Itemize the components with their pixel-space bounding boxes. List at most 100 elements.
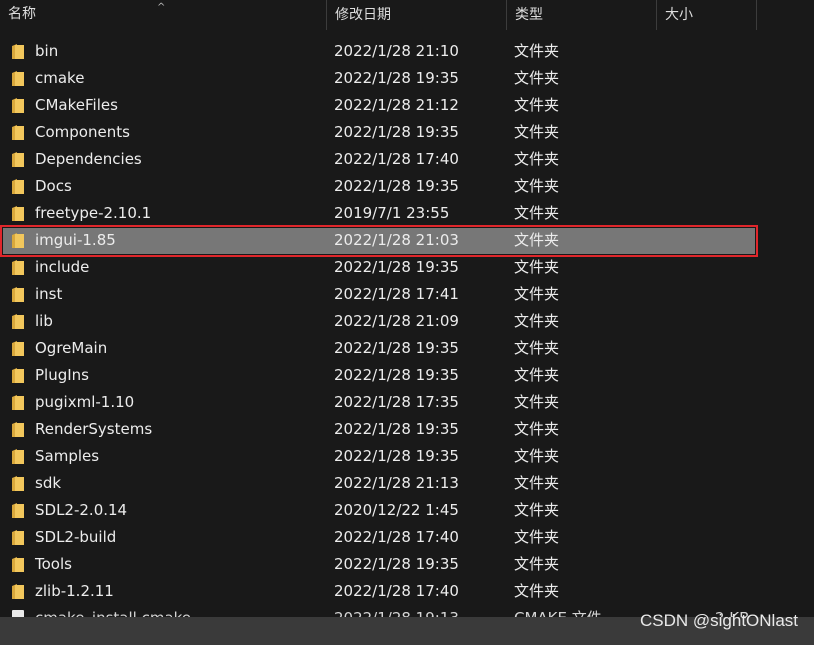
folder-date: 2022/1/28 19:35 <box>334 177 459 195</box>
folder-row[interactable]: sdk 2022/1/28 21:13 文件夹 <box>0 470 757 497</box>
folder-date: 2022/1/28 19:35 <box>334 258 459 276</box>
folder-type: 文件夹 <box>514 69 560 87</box>
folder-icon <box>11 394 25 411</box>
folder-name: Components <box>35 123 130 141</box>
folder-icon <box>11 232 25 249</box>
folder-type: 文件夹 <box>514 420 560 438</box>
folder-type: 文件夹 <box>514 123 560 141</box>
folder-row[interactable]: Components 2022/1/28 19:35 文件夹 <box>0 119 757 146</box>
folder-date: 2022/1/28 19:35 <box>334 447 459 465</box>
folder-icon <box>11 448 25 465</box>
folder-row[interactable]: include 2022/1/28 19:35 文件夹 <box>0 254 757 281</box>
folder-name: CMakeFiles <box>35 96 118 114</box>
folder-row[interactable]: zlib-1.2.11 2022/1/28 17:40 文件夹 <box>0 578 757 605</box>
file-list: bin 2022/1/28 21:10 文件夹 cmake 2022/1/28 19:3… <box>0 38 814 605</box>
column-header-size-label: 大小 <box>665 7 693 23</box>
folder-icon <box>11 313 25 330</box>
folder-row-selected[interactable]: imgui-1.85 2022/1/28 21:03 文件夹 <box>0 225 758 257</box>
folder-name: SDL2-build <box>35 528 117 546</box>
folder-name: SDL2-2.0.14 <box>35 501 128 519</box>
folder-icon <box>11 151 25 168</box>
folder-date: 2022/1/28 21:12 <box>334 96 459 114</box>
folder-date: 2022/1/28 17:41 <box>334 285 459 303</box>
folder-icon <box>11 124 25 141</box>
folder-type: 文件夹 <box>514 231 560 249</box>
folder-name: inst <box>35 285 63 303</box>
folder-date: 2022/1/28 17:35 <box>334 393 459 411</box>
folder-type: 文件夹 <box>514 447 560 465</box>
folder-icon <box>11 340 25 357</box>
folder-name: imgui-1.85 <box>35 231 116 249</box>
file-type: CMAKE 文件 <box>514 605 602 617</box>
folder-date: 2022/1/28 19:35 <box>334 555 459 573</box>
file-icon <box>12 610 24 617</box>
column-header-size[interactable]: 大小 <box>657 0 757 30</box>
file-name: cmake_install.cmake <box>35 605 191 617</box>
folder-date: 2022/1/28 17:40 <box>334 150 459 168</box>
folder-date: 2022/1/28 21:13 <box>334 474 459 492</box>
folder-icon <box>11 97 25 114</box>
folder-name: OgreMain <box>35 339 108 357</box>
folder-row[interactable]: lib 2022/1/28 21:09 文件夹 <box>0 308 757 335</box>
column-header-type[interactable]: 类型 <box>507 0 657 30</box>
folder-type: 文件夹 <box>514 582 560 600</box>
folder-type: 文件夹 <box>514 555 560 573</box>
folder-name: lib <box>35 312 53 330</box>
folder-row[interactable]: SDL2-build 2022/1/28 17:40 文件夹 <box>0 524 757 551</box>
folder-date: 2022/1/28 21:10 <box>334 42 459 60</box>
file-explorer: 名称 ^ 修改日期 类型 大小 bin 2022/1/28 21:10 文件夹 cma… <box>0 0 814 645</box>
folder-type: 文件夹 <box>514 474 560 492</box>
folder-name: include <box>35 258 90 276</box>
folder-row[interactable]: bin 2022/1/28 21:10 文件夹 <box>0 38 757 65</box>
folder-date: 2022/1/28 17:40 <box>334 528 459 546</box>
folder-type: 文件夹 <box>514 528 560 546</box>
folder-type: 文件夹 <box>514 285 560 303</box>
folder-name: Dependencies <box>35 150 142 168</box>
folder-name: bin <box>35 42 59 60</box>
folder-date: 2022/1/28 21:09 <box>334 312 459 330</box>
folder-date: 2020/12/22 1:45 <box>334 501 459 519</box>
folder-row[interactable]: RenderSystems 2022/1/28 19:35 文件夹 <box>0 416 757 443</box>
folder-row[interactable]: Docs 2022/1/28 19:35 文件夹 <box>0 173 757 200</box>
column-header-date[interactable]: 修改日期 <box>327 0 507 30</box>
folder-row[interactable]: freetype-2.10.1 2019/7/1 23:55 文件夹 <box>0 200 757 227</box>
folder-type: 文件夹 <box>514 42 560 60</box>
folder-row[interactable]: Samples 2022/1/28 19:35 文件夹 <box>0 443 757 470</box>
column-header-bar: 名称 ^ 修改日期 类型 大小 <box>0 0 814 30</box>
folder-row[interactable]: pugixml-1.10 2022/1/28 17:35 文件夹 <box>0 389 757 416</box>
column-header-date-label: 修改日期 <box>335 7 391 23</box>
folder-name: Tools <box>35 555 72 573</box>
column-header-name-label: 名称 <box>8 6 36 22</box>
folder-name: Samples <box>35 447 100 465</box>
folder-date: 2022/1/28 21:03 <box>334 231 459 249</box>
column-header-type-label: 类型 <box>515 7 543 23</box>
folder-row[interactable]: Dependencies 2022/1/28 17:40 文件夹 <box>0 146 757 173</box>
folder-icon <box>11 205 25 222</box>
folder-row[interactable]: inst 2022/1/28 17:41 文件夹 <box>0 281 757 308</box>
folder-date: 2022/1/28 19:35 <box>334 123 459 141</box>
folder-type: 文件夹 <box>514 258 560 276</box>
folder-type: 文件夹 <box>514 366 560 384</box>
folder-name: PlugIns <box>35 366 89 384</box>
folder-type: 文件夹 <box>514 339 560 357</box>
folder-type: 文件夹 <box>514 204 560 222</box>
watermark: CSDN @sightONlast <box>639 611 798 630</box>
file-date: 2022/1/28 19:13 <box>334 605 459 617</box>
folder-icon <box>11 70 25 87</box>
folder-name: Docs <box>35 177 72 195</box>
folder-icon <box>11 556 25 573</box>
folder-date: 2022/1/28 19:35 <box>334 366 459 384</box>
folder-date: 2022/1/28 17:40 <box>334 582 459 600</box>
folder-row[interactable]: PlugIns 2022/1/28 19:35 文件夹 <box>0 362 757 389</box>
folder-row[interactable]: Tools 2022/1/28 19:35 文件夹 <box>0 551 757 578</box>
folder-type: 文件夹 <box>514 393 560 411</box>
folder-row[interactable]: CMakeFiles 2022/1/28 21:12 文件夹 <box>0 92 757 119</box>
folder-icon <box>11 259 25 276</box>
column-header-name[interactable]: 名称 ^ <box>0 0 327 30</box>
folder-type: 文件夹 <box>514 96 560 114</box>
folder-row[interactable]: OgreMain 2022/1/28 19:35 文件夹 <box>0 335 757 362</box>
folder-row[interactable]: cmake 2022/1/28 19:35 文件夹 <box>0 65 757 92</box>
folder-icon <box>11 529 25 546</box>
folder-row[interactable]: SDL2-2.0.14 2020/12/22 1:45 文件夹 <box>0 497 757 524</box>
folder-date: 2022/1/28 19:35 <box>334 339 459 357</box>
